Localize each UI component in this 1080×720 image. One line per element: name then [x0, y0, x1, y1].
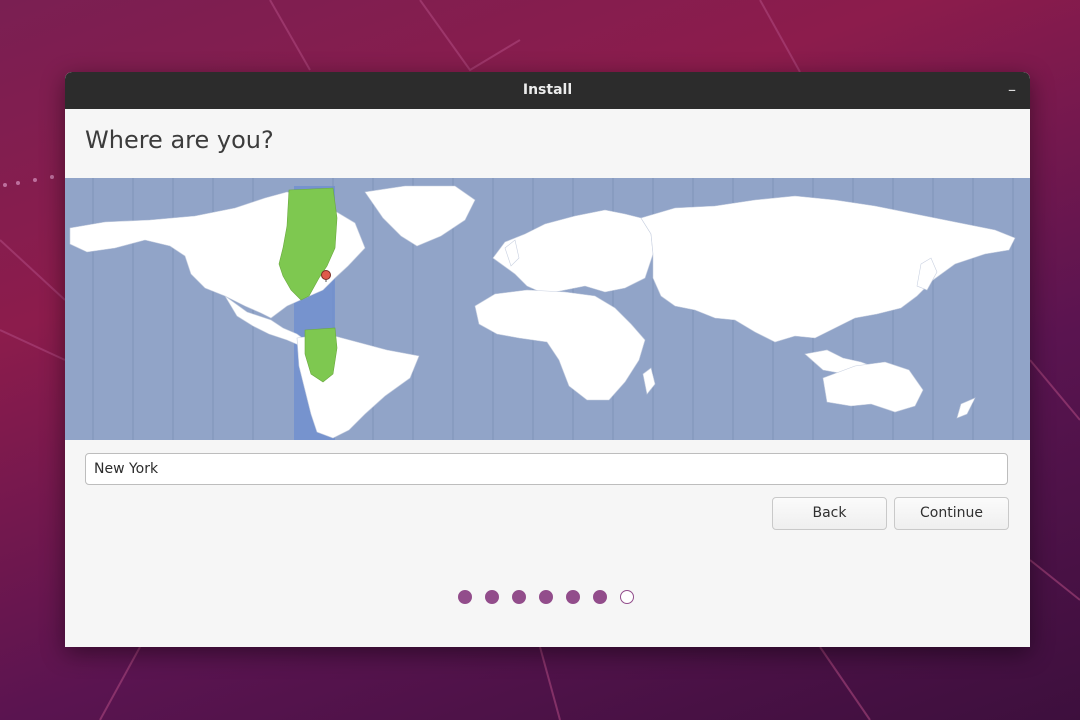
progress-dot: [620, 590, 634, 604]
location-input[interactable]: [85, 453, 1008, 485]
progress-dot: [539, 590, 553, 604]
window-title: Install: [522, 82, 573, 98]
progress-dot: [593, 590, 607, 604]
minimize-icon[interactable]: –: [1000, 78, 1024, 102]
progress-dot: [458, 590, 472, 604]
progress-dot: [566, 590, 580, 604]
continue-button[interactable]: Continue: [894, 497, 1009, 530]
back-button[interactable]: Back: [772, 497, 887, 530]
timezone-map[interactable]: [65, 178, 1030, 440]
progress-dot: [485, 590, 499, 604]
page-title: Where are you?: [85, 126, 274, 154]
installer-window: Install – Where are you? New York Back C…: [65, 72, 1030, 647]
title-bar[interactable]: Install –: [65, 72, 1030, 109]
progress-dot: [512, 590, 526, 604]
